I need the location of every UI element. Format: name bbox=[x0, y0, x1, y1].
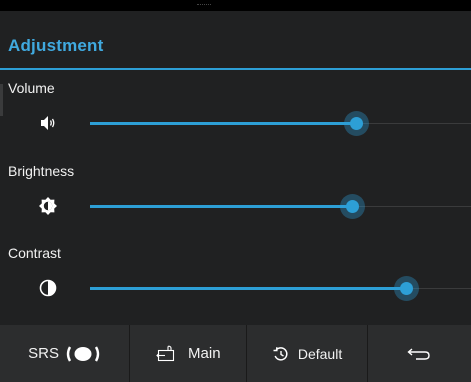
panel-header: Adjustment bbox=[0, 27, 471, 70]
page-title: Adjustment bbox=[8, 36, 104, 55]
default-button[interactable]: Default bbox=[247, 325, 368, 382]
srs-button[interactable]: SRS bbox=[0, 325, 131, 382]
brightness-label: Brightness bbox=[8, 163, 75, 179]
contrast-fill bbox=[90, 287, 406, 290]
volume-group: Volume bbox=[0, 80, 471, 160]
main-label: Main bbox=[188, 345, 221, 362]
brightness-fill bbox=[90, 205, 353, 208]
reset-icon bbox=[272, 345, 290, 363]
volume-slider-thumb[interactable] bbox=[344, 111, 369, 136]
back-arrow-icon bbox=[407, 347, 431, 361]
adjustment-panel: Adjustment Volume Brightness Contrast SR… bbox=[0, 0, 471, 382]
contrast-slider-thumb[interactable] bbox=[394, 276, 419, 301]
main-input-button[interactable]: Main bbox=[130, 325, 248, 382]
top-bar bbox=[0, 0, 471, 11]
brightness-group: Brightness bbox=[0, 163, 471, 243]
contrast-group: Contrast bbox=[0, 245, 471, 325]
brightness-slider-thumb[interactable] bbox=[340, 194, 365, 219]
input-source-icon bbox=[156, 345, 178, 363]
brightness-icon bbox=[38, 196, 58, 216]
default-label: Default bbox=[297, 345, 343, 362]
srs-toggle-icon bbox=[65, 345, 101, 363]
contrast-icon bbox=[38, 278, 58, 298]
contrast-label: Contrast bbox=[8, 245, 61, 261]
srs-label: SRS bbox=[28, 345, 59, 362]
speaker-icon bbox=[38, 113, 58, 133]
bottom-toolbar: SRS Main Default bbox=[0, 325, 471, 382]
notch-dots bbox=[197, 4, 211, 7]
volume-label: Volume bbox=[8, 80, 55, 96]
volume-fill bbox=[90, 122, 357, 125]
back-button[interactable] bbox=[368, 325, 471, 382]
